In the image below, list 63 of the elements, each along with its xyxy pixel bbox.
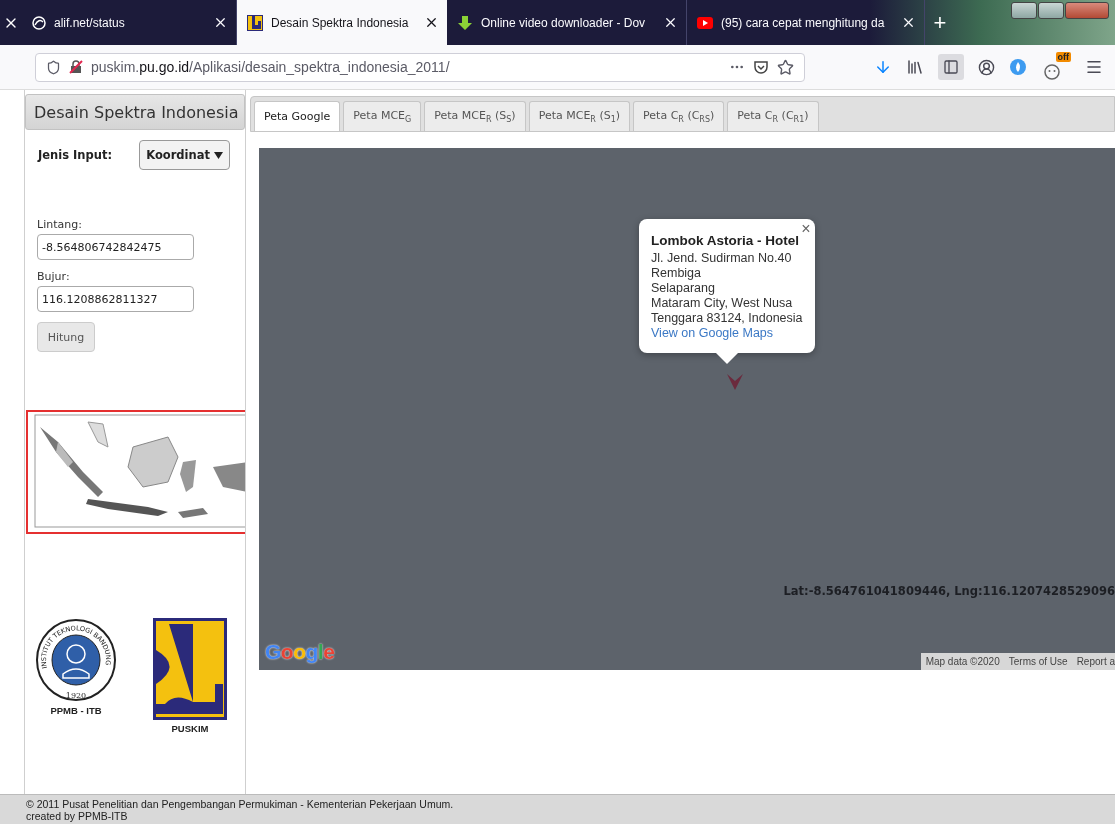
pocket-icon[interactable] [753, 59, 769, 75]
swirl-icon [32, 15, 46, 30]
panel-icon [943, 59, 959, 75]
download-icon[interactable] [874, 58, 892, 76]
address-line: Rembiga [651, 266, 703, 280]
map-attribution[interactable]: Terms of Use [1008, 656, 1068, 667]
close-icon[interactable] [213, 15, 228, 30]
logo-caption: PUSKIM [171, 723, 209, 734]
address-line: Mataram City, West Nusa [651, 296, 794, 310]
address-line: Tenggara 83124, Indonesia [651, 311, 803, 325]
google-logo: Google [265, 640, 335, 664]
shield-icon [46, 59, 61, 75]
address-line: Jl. Jend. Sudirman No.40 [651, 251, 793, 265]
address-bar[interactable]: puskim.pu.go.id/Aplikasi/desain_spektra_indonesia_2011/ [35, 52, 805, 82]
new-tab-button[interactable]: + [925, 0, 955, 45]
address-line: Selaparang [651, 281, 716, 295]
logo-caption: PPMB - ITB [50, 705, 102, 716]
field-label: Bujur: [37, 270, 71, 283]
account-icon[interactable] [978, 58, 995, 76]
map-attribution: Map data ©2020 [925, 656, 1000, 667]
close-icon[interactable] [663, 15, 678, 30]
browser-tab[interactable]: Desain Spektra Indonesia [237, 0, 447, 45]
face-icon [1043, 62, 1061, 80]
addon-button[interactable]: off [1041, 52, 1071, 82]
insecure-lock-icon [69, 60, 83, 74]
map-tab[interactable]: Peta MCE$_{R}$ (S$_{S}$) [424, 101, 526, 131]
google-maps-link[interactable]: View on Google Maps [651, 326, 803, 340]
map-area[interactable] [259, 148, 1115, 670]
map-attribution[interactable]: Report a [1076, 656, 1115, 667]
maximize-button[interactable] [1038, 2, 1064, 19]
close-button[interactable]: × [801, 220, 811, 238]
map-tab[interactable]: Peta C$_{R}$ (C$_{RS}$) [633, 101, 725, 131]
coordinate-input[interactable]: 116.1208862811327 [37, 286, 194, 312]
menu-icon[interactable] [1085, 58, 1103, 76]
map-tab[interactable]: Peta MCE$_{R}$ (S$_{1}$) [528, 101, 631, 131]
close-icon[interactable] [424, 15, 439, 30]
calculate-button[interactable]: Hitung [37, 322, 95, 352]
popup-pointer [715, 353, 738, 364]
caret-icon [214, 151, 223, 159]
field-label: Lintang: [37, 218, 83, 231]
coordinate-input[interactable]: -8.564806742842475 [37, 234, 194, 260]
footer-text: created by PPMB-ITB [26, 810, 129, 822]
bookmark-star-icon[interactable] [777, 58, 794, 76]
map-tab[interactable]: Peta C$_{R}$ (C$_{R1}$) [727, 101, 819, 131]
sidebar-button[interactable] [938, 54, 964, 80]
close-button[interactable] [1065, 2, 1109, 19]
input-type-label: Jenis Input: [38, 148, 113, 162]
download-arrow-icon [457, 14, 473, 31]
map-tab[interactable]: Peta MCE$_{G}$ [343, 101, 422, 131]
minimize-button[interactable] [1011, 2, 1037, 19]
place-title: Lombok Astoria - Hotel [651, 233, 800, 248]
puskim-logo-icon [247, 14, 263, 31]
flame-icon[interactable] [1009, 58, 1027, 76]
input-type-dropdown[interactable]: Koordinat [139, 140, 230, 170]
sidebar-title: Desain Spektra Indonesia [25, 94, 245, 130]
library-icon[interactable] [906, 58, 924, 76]
close-icon[interactable] [901, 15, 916, 30]
map-marker-icon[interactable] [726, 374, 744, 390]
coordinates-text: Lat:-8.564761041809446, Lng:116.1207428529096 [783, 584, 1115, 598]
url-text: puskim.pu.go.id/Aplikasi/desain_spektra_indonesia_2011/ [91, 59, 451, 75]
footer-text: © 2011 Pusat Penelitian dan Pengembangan Permukiman - Kementerian Pekerjaan Umum. [26, 798, 455, 810]
play-icon [697, 16, 713, 29]
map-tab[interactable]: Peta Google [254, 101, 341, 131]
